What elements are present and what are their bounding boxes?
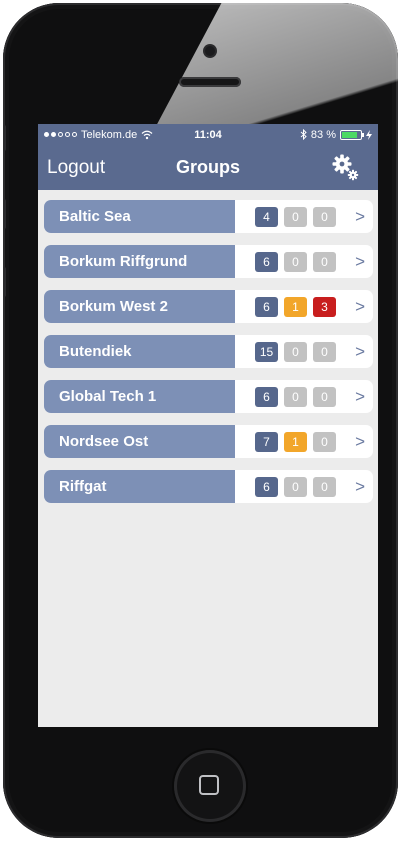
- count-badge: 0: [313, 341, 336, 362]
- battery-icon: [340, 129, 364, 140]
- count-badges: 600: [255, 380, 336, 413]
- count-badge: 3: [313, 296, 336, 317]
- count-badge: 0: [284, 251, 307, 272]
- count-badge: 0: [313, 251, 336, 272]
- group-row[interactable]: Borkum Riffgrund 6 0 0 >: [44, 245, 373, 278]
- count-badge: 4: [255, 206, 278, 227]
- front-camera: [205, 46, 215, 56]
- count-badges: 710: [255, 425, 336, 458]
- group-name: Nordsee Ost: [44, 425, 235, 458]
- count-badges: 600: [255, 470, 336, 503]
- group-name: Butendiek: [44, 335, 235, 368]
- home-square-icon: [199, 775, 219, 795]
- group-row[interactable]: Borkum West 2 6 1 3 >: [44, 290, 373, 323]
- group-row[interactable]: Baltic Sea 4 0 0 >: [44, 200, 373, 233]
- count-badge: 0: [284, 386, 307, 407]
- chevron-right-icon: >: [355, 341, 365, 361]
- count-badge: 6: [255, 296, 278, 317]
- count-badge: 1: [284, 296, 307, 317]
- count-badges: 400: [255, 200, 336, 233]
- chevron-right-icon: >: [355, 296, 365, 316]
- count-badge: 6: [255, 386, 278, 407]
- logout-button[interactable]: Logout: [38, 157, 105, 179]
- chevron-right-icon: >: [355, 251, 365, 271]
- charging-icon: [366, 129, 372, 140]
- wifi-icon: [141, 130, 153, 139]
- count-badge: 0: [284, 476, 307, 497]
- chevron-right-icon: >: [355, 206, 365, 226]
- chevron-right-icon: >: [355, 386, 365, 406]
- count-badge: 0: [313, 431, 336, 452]
- count-badge: 6: [255, 476, 278, 497]
- group-row[interactable]: Nordsee Ost 7 1 0 >: [44, 425, 373, 458]
- chevron-right-icon: >: [355, 431, 365, 451]
- group-name: Baltic Sea: [44, 200, 235, 233]
- gear-icon[interactable]: [330, 152, 360, 182]
- count-badges: 600: [255, 245, 336, 278]
- signal-strength-icon: [44, 132, 77, 137]
- mute-switch: [3, 125, 6, 151]
- group-row[interactable]: Butendiek 15 0 0 >: [44, 335, 373, 368]
- count-badge: 6: [255, 251, 278, 272]
- count-badge: 15: [255, 341, 278, 362]
- count-badge: 7: [255, 431, 278, 452]
- group-name: Global Tech 1: [44, 380, 235, 413]
- home-button[interactable]: [174, 750, 246, 822]
- earpiece-speaker: [179, 77, 241, 87]
- count-badge: 0: [313, 386, 336, 407]
- bluetooth-icon: [300, 129, 307, 140]
- status-bar: Telekom.de 11:04 83 %: [38, 124, 378, 145]
- carrier-name: Telekom.de: [81, 128, 138, 141]
- count-badge: 0: [313, 206, 336, 227]
- group-name: Borkum West 2: [44, 290, 235, 323]
- battery-percent: 83 %: [310, 128, 336, 141]
- app-screen: Telekom.de 11:04 83 % Logout Groups Balt…: [38, 124, 378, 727]
- group-name: Riffgat: [44, 470, 235, 503]
- group-row[interactable]: Global Tech 1 6 0 0 >: [44, 380, 373, 413]
- group-list: Baltic Sea 4 0 0 > Borkum Riffgrund 6 0 0 > Borkum…: [38, 190, 378, 503]
- count-badge: 0: [284, 341, 307, 362]
- count-badges: 15 0 0: [255, 335, 336, 368]
- count-badge: 1: [284, 431, 307, 452]
- volume-up-button: [3, 199, 6, 229]
- group-name: Borkum Riffgrund: [44, 245, 235, 278]
- group-row[interactable]: Riffgat 6 0 0 >: [44, 470, 373, 503]
- volume-down-button: [3, 267, 6, 297]
- count-badges: 613: [255, 290, 336, 323]
- navigation-bar: Logout Groups: [38, 145, 378, 190]
- count-badge: 0: [313, 476, 336, 497]
- count-badge: 0: [284, 206, 307, 227]
- chevron-right-icon: >: [355, 476, 365, 496]
